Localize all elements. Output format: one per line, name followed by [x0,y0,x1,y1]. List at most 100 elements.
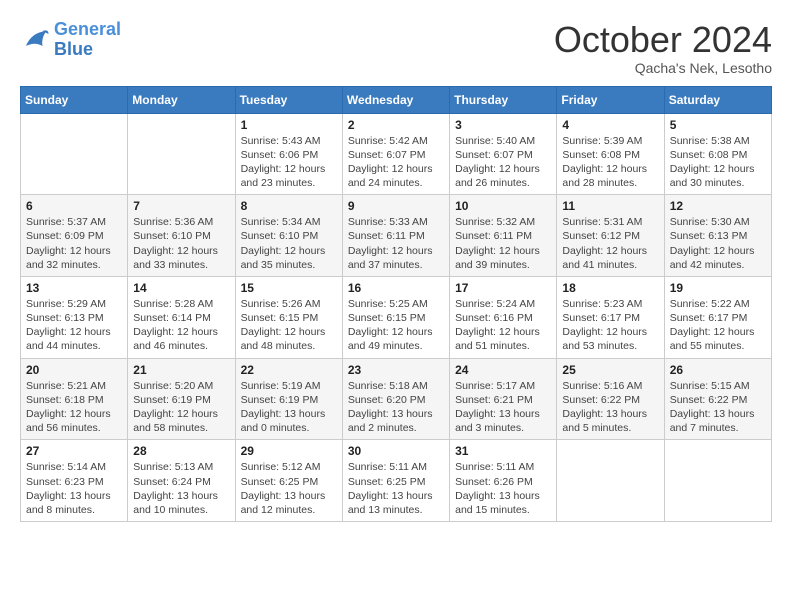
day-detail: Sunrise: 5:19 AM Sunset: 6:19 PM Dayligh… [241,379,337,436]
day-detail: Sunrise: 5:25 AM Sunset: 6:15 PM Dayligh… [348,297,444,354]
day-detail: Sunrise: 5:17 AM Sunset: 6:21 PM Dayligh… [455,379,551,436]
day-number: 31 [455,444,551,458]
day-number: 13 [26,281,122,295]
location: Qacha's Nek, Lesotho [554,60,772,76]
day-number: 14 [133,281,229,295]
day-number: 1 [241,118,337,132]
day-cell: 2 Sunrise: 5:42 AM Sunset: 6:07 PM Daylig… [342,113,449,195]
day-cell: 28Sunrise: 5:13 AM Sunset: 6:24 PM Dayli… [128,440,235,522]
day-cell: 19 Sunrise: 5:22 AM Sunset: 6:17 PM Dayli… [664,276,771,358]
day-number: 22 [241,363,337,377]
calendar-body: 1 Sunrise: 5:43 AM Sunset: 6:06 PM Daylig… [21,113,772,521]
title-block: October 2024 Qacha's Nek, Lesotho [554,20,772,76]
day-cell: 5 Sunrise: 5:38 AM Sunset: 6:08 PM Daylig… [664,113,771,195]
day-detail: Sunrise: 5:38 AM Sunset: 6:08 PM Dayligh… [670,134,766,191]
day-number: 6 [26,199,122,213]
day-detail: Sunrise: 5:20 AM Sunset: 6:19 PM Dayligh… [133,379,229,436]
week-row-4: 20 Sunrise: 5:21 AM Sunset: 6:18 PM Dayli… [21,358,772,440]
day-detail: Sunrise: 5:22 AM Sunset: 6:17 PM Dayligh… [670,297,766,354]
day-number: 12 [670,199,766,213]
day-cell [664,440,771,522]
day-detail: Sunrise: 5:11 AM Sunset: 6:26 PM Dayligh… [455,460,551,517]
day-detail: Sunrise: 5:29 AM Sunset: 6:13 PM Dayligh… [26,297,122,354]
day-detail: Sunrise: 5:42 AM Sunset: 6:07 PM Dayligh… [348,134,444,191]
day-detail: Sunrise: 5:37 AM Sunset: 6:09 PM Dayligh… [26,215,122,272]
calendar-header: SundayMondayTuesdayWednesdayThursdayFrid… [21,86,772,113]
day-number: 27 [26,444,122,458]
day-cell [21,113,128,195]
day-detail: Sunrise: 5:34 AM Sunset: 6:10 PM Dayligh… [241,215,337,272]
day-detail: Sunrise: 5:26 AM Sunset: 6:15 PM Dayligh… [241,297,337,354]
day-detail: Sunrise: 5:21 AM Sunset: 6:18 PM Dayligh… [26,379,122,436]
day-cell: 16Sunrise: 5:25 AM Sunset: 6:15 PM Dayli… [342,276,449,358]
day-cell: 21Sunrise: 5:20 AM Sunset: 6:19 PM Dayli… [128,358,235,440]
day-cell [557,440,664,522]
day-number: 25 [562,363,658,377]
day-cell: 29 Sunrise: 5:12 AM Sunset: 6:25 PM Dayli… [235,440,342,522]
weekday-header-tuesday: Tuesday [235,86,342,113]
day-detail: Sunrise: 5:11 AM Sunset: 6:25 PM Dayligh… [348,460,444,517]
day-detail: Sunrise: 5:30 AM Sunset: 6:13 PM Dayligh… [670,215,766,272]
day-cell: 23 Sunrise: 5:18 AM Sunset: 6:20 PM Dayli… [342,358,449,440]
day-number: 17 [455,281,551,295]
day-number: 3 [455,118,551,132]
day-cell: 13 Sunrise: 5:29 AM Sunset: 6:13 PM Dayli… [21,276,128,358]
day-number: 24 [455,363,551,377]
weekday-header-friday: Friday [557,86,664,113]
day-detail: Sunrise: 5:33 AM Sunset: 6:11 PM Dayligh… [348,215,444,272]
day-number: 23 [348,363,444,377]
day-cell: 25 Sunrise: 5:16 AM Sunset: 6:22 PM Dayli… [557,358,664,440]
day-cell: 9 Sunrise: 5:33 AM Sunset: 6:11 PM Daylig… [342,195,449,277]
day-cell: 30Sunrise: 5:11 AM Sunset: 6:25 PM Dayli… [342,440,449,522]
day-detail: Sunrise: 5:18 AM Sunset: 6:20 PM Dayligh… [348,379,444,436]
day-detail: Sunrise: 5:16 AM Sunset: 6:22 PM Dayligh… [562,379,658,436]
day-detail: Sunrise: 5:14 AM Sunset: 6:23 PM Dayligh… [26,460,122,517]
day-cell [128,113,235,195]
day-number: 20 [26,363,122,377]
weekday-header-monday: Monday [128,86,235,113]
weekday-header-wednesday: Wednesday [342,86,449,113]
day-detail: Sunrise: 5:24 AM Sunset: 6:16 PM Dayligh… [455,297,551,354]
day-number: 2 [348,118,444,132]
weekday-header-sunday: Sunday [21,86,128,113]
day-cell: 6 Sunrise: 5:37 AM Sunset: 6:09 PM Daylig… [21,195,128,277]
logo-bird-icon [20,25,50,55]
day-cell: 27 Sunrise: 5:14 AM Sunset: 6:23 PM Dayli… [21,440,128,522]
weekday-row: SundayMondayTuesdayWednesdayThursdayFrid… [21,86,772,113]
day-cell: 17 Sunrise: 5:24 AM Sunset: 6:16 PM Dayli… [450,276,557,358]
day-detail: Sunrise: 5:39 AM Sunset: 6:08 PM Dayligh… [562,134,658,191]
day-cell: 24 Sunrise: 5:17 AM Sunset: 6:21 PM Dayli… [450,358,557,440]
day-detail: Sunrise: 5:32 AM Sunset: 6:11 PM Dayligh… [455,215,551,272]
day-cell: 1 Sunrise: 5:43 AM Sunset: 6:06 PM Daylig… [235,113,342,195]
week-row-3: 13 Sunrise: 5:29 AM Sunset: 6:13 PM Dayli… [21,276,772,358]
day-detail: Sunrise: 5:40 AM Sunset: 6:07 PM Dayligh… [455,134,551,191]
day-number: 5 [670,118,766,132]
day-detail: Sunrise: 5:23 AM Sunset: 6:17 PM Dayligh… [562,297,658,354]
calendar-table: SundayMondayTuesdayWednesdayThursdayFrid… [20,86,772,522]
day-number: 10 [455,199,551,213]
day-detail: Sunrise: 5:15 AM Sunset: 6:22 PM Dayligh… [670,379,766,436]
day-cell: 26Sunrise: 5:15 AM Sunset: 6:22 PM Dayli… [664,358,771,440]
day-detail: Sunrise: 5:28 AM Sunset: 6:14 PM Dayligh… [133,297,229,354]
day-cell: 7Sunrise: 5:36 AM Sunset: 6:10 PM Daylig… [128,195,235,277]
day-detail: Sunrise: 5:43 AM Sunset: 6:06 PM Dayligh… [241,134,337,191]
week-row-5: 27 Sunrise: 5:14 AM Sunset: 6:23 PM Dayli… [21,440,772,522]
weekday-header-thursday: Thursday [450,86,557,113]
day-cell: 4 Sunrise: 5:39 AM Sunset: 6:08 PM Daylig… [557,113,664,195]
day-number: 19 [670,281,766,295]
day-cell: 3 Sunrise: 5:40 AM Sunset: 6:07 PM Daylig… [450,113,557,195]
day-number: 7 [133,199,229,213]
day-cell: 18 Sunrise: 5:23 AM Sunset: 6:17 PM Dayli… [557,276,664,358]
day-cell: 31 Sunrise: 5:11 AM Sunset: 6:26 PM Dayli… [450,440,557,522]
day-number: 9 [348,199,444,213]
day-detail: Sunrise: 5:12 AM Sunset: 6:25 PM Dayligh… [241,460,337,517]
day-number: 11 [562,199,658,213]
day-cell: 12 Sunrise: 5:30 AM Sunset: 6:13 PM Dayli… [664,195,771,277]
logo-text: General Blue [54,20,121,60]
day-number: 29 [241,444,337,458]
day-number: 18 [562,281,658,295]
page-header: General Blue October 2024 Qacha's Nek, L… [20,20,772,76]
weekday-header-saturday: Saturday [664,86,771,113]
day-number: 4 [562,118,658,132]
day-cell: 11Sunrise: 5:31 AM Sunset: 6:12 PM Dayli… [557,195,664,277]
